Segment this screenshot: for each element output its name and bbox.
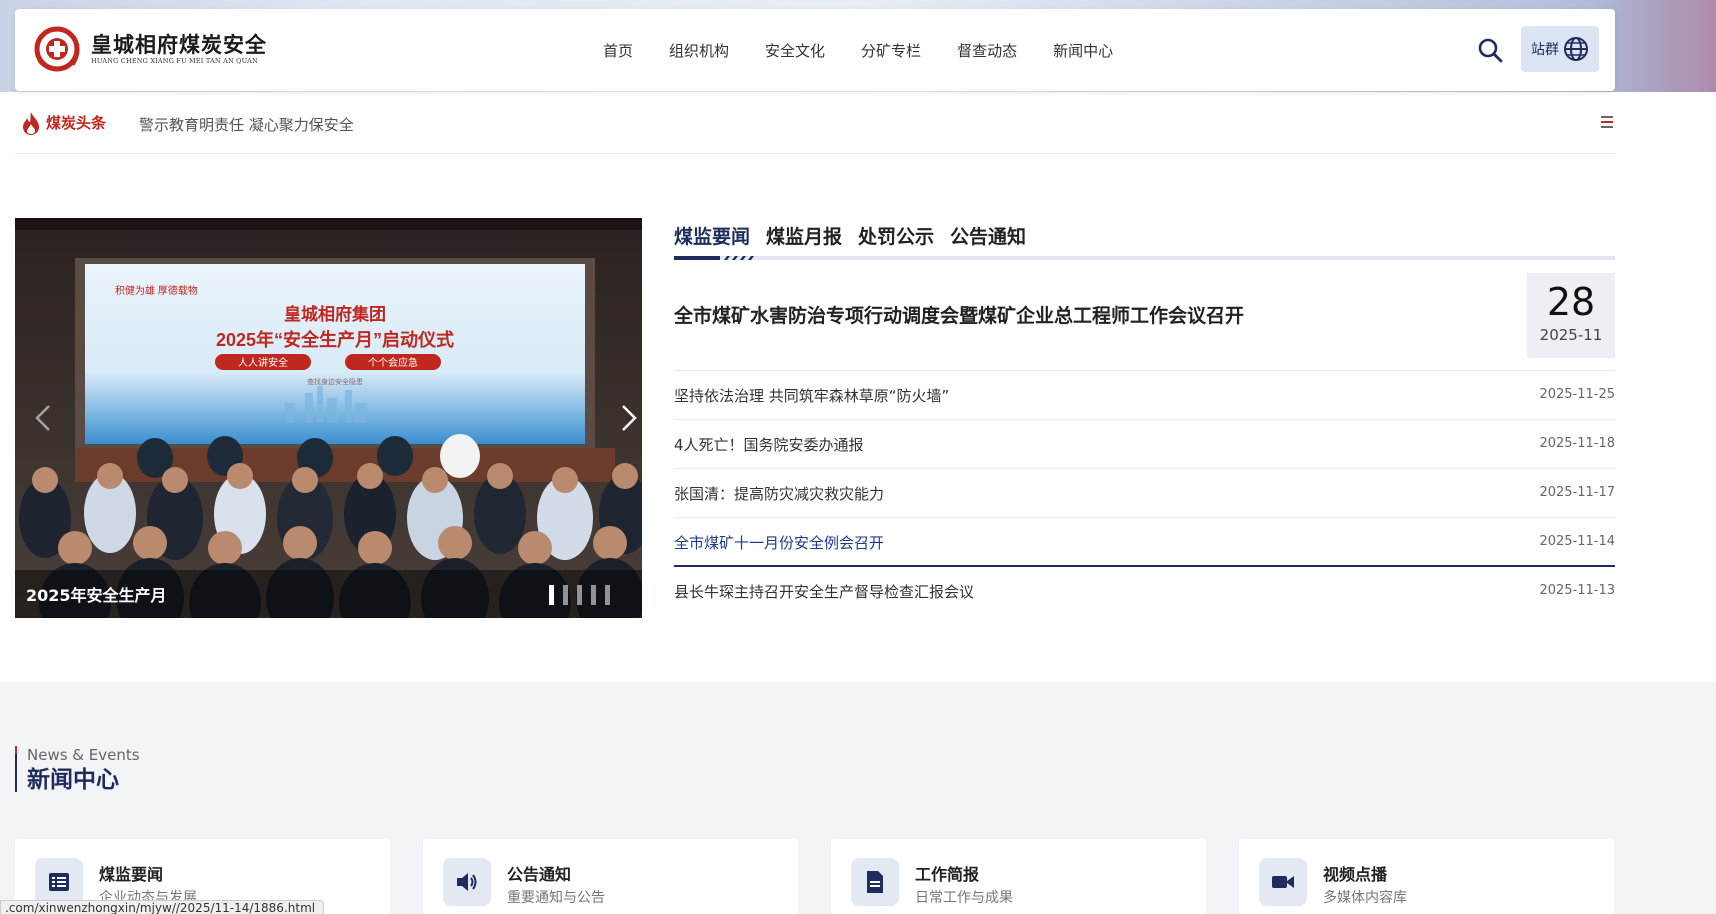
news-item-date: 2025-11-25 — [1539, 387, 1615, 402]
nav-item-safety-culture[interactable]: 安全文化 — [765, 40, 825, 61]
news-list-item[interactable]: 全市煤矿十一月份安全例会召开 2025-11-14 — [674, 518, 1615, 567]
news-item-date: 2025-11-13 — [1539, 583, 1615, 598]
news-list-item[interactable]: 坚持依法治理 共同筑牢森林草原“防火墙” 2025-11-25 — [674, 371, 1615, 420]
news-item-date: 2025-11-18 — [1539, 436, 1615, 451]
tab-active-indicator — [674, 256, 754, 260]
news-list-item[interactable]: 张国清：提高防灾减灾救灾能力 2025-11-17 — [674, 469, 1615, 518]
category-card-work-briefing[interactable]: 工作简报 日常工作与成果 — [831, 839, 1206, 914]
card-title: 公告通知 — [507, 865, 572, 884]
document-icon — [851, 858, 899, 906]
news-list: 坚持依法治理 共同筑牢森林草原“防火墙” 2025-11-25 4人死亡！国务院… — [674, 371, 1615, 616]
search-icon[interactable] — [1476, 36, 1504, 64]
card-subtitle: 日常工作与成果 — [915, 890, 1013, 906]
globe-icon — [1564, 37, 1588, 61]
news-item-title[interactable]: 全市煤矿十一月份安全例会召开 — [674, 532, 884, 553]
list-icon — [35, 858, 83, 906]
news-panel: 煤监要闻 煤监月报 处罚公示 公告通知 全市煤矿水害防治专项行动调度会暨煤矿企业… — [674, 218, 1615, 601]
headline-ticker: 煤炭头条 警示教育明责任 凝心聚力保安全 — [15, 100, 1615, 154]
nav-item-organization[interactable]: 组织机构 — [669, 40, 729, 61]
tab-coal-supervision-news[interactable]: 煤监要闻 — [674, 222, 750, 249]
featured-date-day: 28 — [1546, 280, 1596, 324]
logo-emblem-icon — [34, 26, 80, 72]
nav-item-home[interactable]: 首页 — [603, 40, 633, 61]
menu-icon[interactable] — [1601, 116, 1613, 132]
browser-status-url: .com/xinwenzhongxin/mjyw//2025/11-14/188… — [0, 900, 325, 914]
news-item-title[interactable]: 县长牛琛主持召开安全生产督导检查汇报会议 — [674, 581, 974, 602]
card-title: 工作简报 — [915, 865, 980, 884]
tab-monthly-report[interactable]: 煤监月报 — [766, 222, 842, 249]
tab-announcements[interactable]: 公告通知 — [950, 222, 1026, 249]
nav-item-inspection-news[interactable]: 督查动态 — [957, 40, 1017, 61]
image-carousel[interactable]: 积健为雄 厚德载物 皇城相府集团 2025年“安全生产月”启动仪式 人人讲安全 … — [15, 218, 642, 618]
site-logo[interactable]: 皇城相府煤炭安全 HUANG CHENG XIANG FU MEI TAN AN… — [33, 25, 267, 73]
carousel-dot[interactable] — [577, 585, 582, 605]
banner-main-title: 2025年“安全生产月”启动仪式 — [216, 329, 454, 350]
news-list-item[interactable]: 县长牛琛主持召开安全生产督导检查汇报会议 2025-11-13 — [674, 567, 1615, 616]
banner-small-text: 查找身边安全隐患 — [307, 377, 363, 386]
banner-org: 皇城相府集团 — [284, 304, 386, 324]
featured-news[interactable]: 全市煤矿水害防治专项行动调度会暨煤矿企业总工程师工作会议召开 28 2025-1… — [674, 273, 1615, 371]
fire-icon — [23, 112, 39, 135]
carousel-dot[interactable] — [549, 585, 554, 605]
card-title: 煤监要闻 — [99, 865, 164, 884]
carousel-dot[interactable] — [605, 585, 610, 605]
carousel-dot[interactable] — [563, 585, 568, 605]
news-item-date: 2025-11-14 — [1539, 534, 1615, 549]
news-item-title[interactable]: 张国清：提高防灾减灾救灾能力 — [674, 483, 884, 504]
carousel-indicators — [549, 585, 619, 605]
video-icon — [1259, 858, 1307, 906]
carousel-caption[interactable]: 2025年安全生产月 — [26, 582, 167, 606]
logo-subtitle: HUANG CHENG XIANG FU MEI TAN AN QUAN — [91, 56, 258, 65]
banner-motto: 积健为雄 厚德载物 — [115, 284, 198, 297]
news-list-item[interactable]: 4人死亡！国务院安委办通报 2025-11-18 — [674, 420, 1615, 469]
featured-date-year-month: 2025-11 — [1539, 326, 1603, 344]
news-tabs: 煤监要闻 煤监月报 处罚公示 公告通知 — [674, 218, 1615, 258]
featured-news-title[interactable]: 全市煤矿水害防治专项行动调度会暨煤矿企业总工程师工作会议召开 — [674, 301, 1244, 328]
section-heading: News & Events 新闻中心 — [14, 746, 140, 793]
section-heading-en: News & Events — [27, 746, 140, 764]
site-group-label: 站群 — [1531, 42, 1559, 58]
site-header: 皇城相府煤炭安全 HUANG CHENG XIANG FU MEI TAN AN… — [15, 9, 1615, 91]
logo-title: 皇城相府煤炭安全 — [91, 32, 267, 57]
carousel-next-arrow-icon[interactable] — [615, 398, 642, 438]
banner-pill-2: 个个会应急 — [368, 356, 418, 369]
featured-date-box: 28 2025-11 — [1527, 273, 1615, 358]
card-title: 视频点播 — [1323, 865, 1388, 884]
main-nav: 首页 组织机构 安全文化 分矿专栏 督查动态 新闻中心 — [603, 9, 1149, 91]
banner-pill-1: 人人讲安全 — [238, 356, 288, 369]
category-card-announcements[interactable]: 公告通知 重要通知与公告 — [423, 839, 798, 914]
card-subtitle: 多媒体内容库 — [1323, 890, 1407, 906]
news-item-title[interactable]: 4人死亡！国务院安委办通报 — [674, 434, 864, 455]
category-card-video-on-demand[interactable]: 视频点播 多媒体内容库 — [1239, 839, 1614, 914]
tab-underline — [674, 256, 1615, 260]
carousel-slide-image: 积健为雄 厚德载物 皇城相府集团 2025年“安全生产月”启动仪式 人人讲安全 … — [15, 218, 642, 618]
news-item-title[interactable]: 坚持依法治理 共同筑牢森林草原“防火墙” — [674, 385, 949, 406]
headline-link[interactable]: 警示教育明责任 凝心聚力保安全 — [139, 114, 354, 135]
site-group-button[interactable]: 站群 — [1521, 26, 1599, 72]
section-heading-cn: 新闻中心 — [27, 767, 119, 793]
card-subtitle: 重要通知与公告 — [507, 890, 605, 906]
headline-label: 煤炭头条 — [46, 114, 107, 132]
news-item-date: 2025-11-17 — [1539, 485, 1615, 500]
carousel-prev-arrow-icon[interactable] — [29, 398, 59, 438]
carousel-dot[interactable] — [591, 585, 596, 605]
speaker-icon — [443, 858, 491, 906]
nav-item-branch-column[interactable]: 分矿专栏 — [861, 40, 921, 61]
news-center-section: News & Events 新闻中心 煤监要闻 企业动态与发展 公告通知 重要通… — [0, 682, 1716, 914]
tab-penalty-notice[interactable]: 处罚公示 — [858, 222, 934, 249]
nav-item-news-center[interactable]: 新闻中心 — [1053, 40, 1113, 61]
